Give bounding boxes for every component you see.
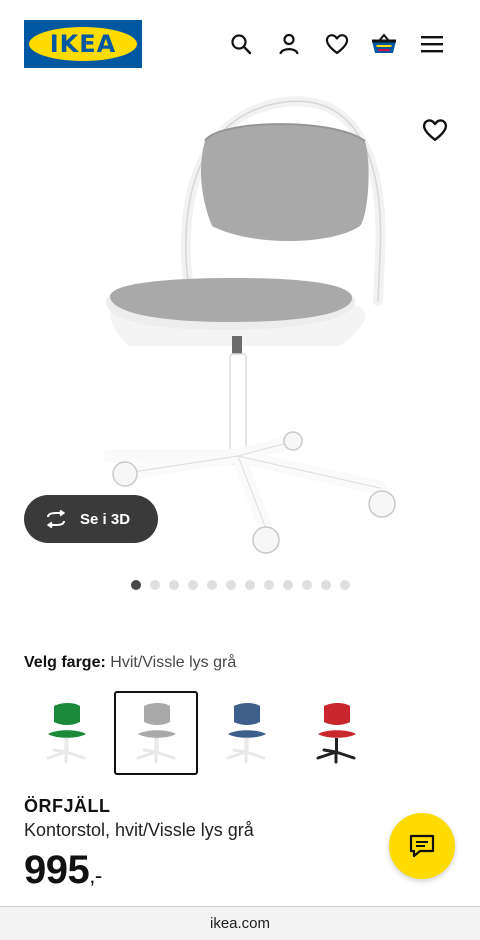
favorite-heart-icon[interactable]	[422, 118, 450, 146]
pagination-dot[interactable]	[149, 580, 160, 590]
product-description: Kontorstol, hvit/Vissle lys grå	[24, 820, 254, 840]
color-selected-value: Hvit/Vissle lys grå	[110, 654, 237, 671]
view-3d-label: Se i 3D	[80, 510, 131, 528]
pagination-dot[interactable]	[263, 580, 274, 590]
product-image-gallery[interactable]: Se i 3D	[0, 96, 480, 566]
pagination-dot[interactable]	[206, 580, 217, 590]
pagination-dot[interactable]	[130, 580, 141, 590]
color-label-title: Velg farge:	[24, 654, 106, 671]
chat-button[interactable]	[389, 813, 455, 879]
pagination-dot[interactable]	[168, 580, 179, 590]
rotate-3d-icon	[46, 510, 66, 528]
url-text: ikea.com	[209, 915, 271, 932]
search-icon[interactable]	[227, 30, 255, 58]
price-suffix: ,-	[89, 863, 102, 888]
pagination-dot[interactable]	[244, 580, 255, 590]
color-selection-label: Velg farge: Hvit/Vissle lys grå	[24, 654, 236, 672]
view-3d-button[interactable]: Se i 3D	[24, 495, 158, 543]
pagination-dot[interactable]	[187, 580, 198, 590]
menu-icon[interactable]	[418, 30, 446, 58]
logo-text: IKEA	[49, 30, 117, 58]
user-icon[interactable]	[275, 30, 303, 58]
product-name: ÖRFJÄLL	[24, 796, 111, 816]
site-header: IKEA	[0, 0, 480, 88]
pagination-dot[interactable]	[301, 580, 312, 590]
browser-url-bar[interactable]: ikea.com	[0, 906, 480, 940]
swatch-blue[interactable]	[204, 691, 288, 775]
swatch-green[interactable]	[24, 691, 108, 775]
product-price: 995,-	[24, 848, 102, 893]
image-pagination-dots	[0, 580, 480, 592]
pagination-dot[interactable]	[282, 580, 293, 590]
swatch-white-light-grey[interactable]	[114, 691, 198, 775]
chat-icon	[409, 834, 435, 858]
pagination-dot[interactable]	[225, 580, 236, 590]
pagination-dot[interactable]	[339, 580, 350, 590]
price-value: 995	[24, 848, 90, 892]
heart-icon[interactable]	[323, 30, 351, 58]
swatch-red-black[interactable]	[294, 691, 378, 775]
pagination-dot[interactable]	[320, 580, 331, 590]
color-swatches	[24, 691, 378, 775]
basket-icon[interactable]	[370, 30, 398, 58]
ikea-logo[interactable]: IKEA	[24, 20, 142, 68]
